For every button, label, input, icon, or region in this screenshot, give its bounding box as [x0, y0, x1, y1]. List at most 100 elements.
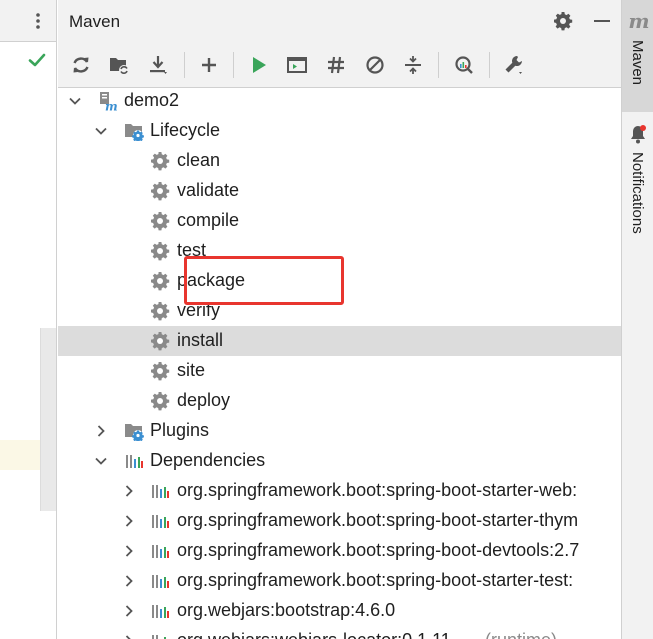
panel-title: Maven [69, 12, 121, 31]
toolbar-separator [489, 52, 490, 78]
add-project-button[interactable] [195, 51, 223, 79]
lifecycle-folder-icon [124, 121, 144, 143]
tree-node-label: org.springframework.boot:spring-boot-sta… [177, 570, 574, 590]
terminal-icon [287, 57, 307, 73]
chevron-right-icon[interactable] [122, 544, 136, 558]
download-icon [150, 56, 167, 74]
skip-icon [366, 56, 384, 74]
chevron-right-icon[interactable] [122, 634, 136, 639]
dependency-item[interactable]: org.springframework.boot:spring-boot-dev… [58, 536, 621, 566]
dependency-item[interactable]: org.webjars:webjars-locator:0.1.11 (runti… [58, 626, 621, 639]
dependency-bars-icon [150, 481, 170, 501]
tree-node-label: package [177, 270, 246, 290]
maven-m-icon: m [628, 9, 650, 33]
plus-icon [202, 58, 216, 72]
tree-node-label: Lifecycle [150, 120, 221, 140]
dependency-item[interactable]: org.springframework.boot:spring-boot-sta… [58, 476, 621, 506]
maven-project-tree: m demo2 Lifecycle clean validate compile test p… [58, 88, 621, 639]
wrench-icon [505, 56, 522, 74]
chevron-down-icon[interactable] [68, 94, 82, 108]
lifecycle-goal-deploy[interactable]: deploy [58, 386, 621, 416]
reload-button[interactable] [67, 51, 95, 79]
tree-node-label: org.webjars:webjars-locator:0.1.11 [177, 630, 451, 639]
analyze-dependencies-button[interactable] [450, 51, 478, 79]
tree-node-label: org.springframework.boot:spring-boot-sta… [177, 480, 578, 500]
minimize-icon[interactable] [592, 11, 612, 31]
analyze-icon [455, 56, 473, 74]
collapse-all-button[interactable] [399, 51, 427, 79]
tree-node-label: org.springframework.boot:spring-boot-sta… [177, 510, 579, 530]
tree-node-label: site [177, 360, 206, 380]
gear-icon[interactable] [553, 11, 573, 31]
lifecycle-folder[interactable]: Lifecycle [58, 116, 621, 146]
tree-node-label: Plugins [150, 420, 210, 440]
generate-sources-button[interactable] [105, 51, 133, 79]
editor-strip [0, 0, 57, 639]
project-node-demo2[interactable]: m demo2 [58, 88, 621, 116]
maven-toolbar [58, 42, 621, 88]
build-tool-settings-button[interactable] [500, 51, 528, 79]
collapse-icon [405, 56, 421, 74]
tree-node-label: test [177, 240, 207, 260]
dependency-bars-icon [150, 601, 170, 621]
gear-icon [150, 331, 170, 351]
offline-icon [328, 56, 344, 74]
lifecycle-goal-install[interactable]: install [58, 326, 621, 356]
tree-node-label: org.springframework.boot:spring-boot-dev… [177, 540, 580, 560]
skip-tests-button[interactable] [361, 51, 389, 79]
chevron-down-icon[interactable] [94, 124, 108, 138]
kebab-menu-icon[interactable] [30, 11, 46, 31]
folder-refresh-icon [110, 58, 129, 75]
play-icon [253, 57, 266, 73]
plugins-folder[interactable]: Plugins [58, 416, 621, 446]
execute-goal-button[interactable] [283, 51, 311, 79]
gear-icon [150, 271, 170, 291]
refresh-icon [73, 57, 89, 73]
svg-text:m: m [105, 100, 118, 112]
chevron-down-icon[interactable] [94, 454, 108, 468]
chevron-right-icon[interactable] [122, 514, 136, 528]
lifecycle-goal-verify[interactable]: verify [58, 296, 621, 326]
plugins-folder-icon [124, 421, 144, 443]
dependency-item[interactable]: org.springframework.boot:spring-boot-sta… [58, 506, 621, 536]
current-line-highlight [0, 440, 40, 470]
tree-node-label: install [177, 330, 224, 350]
maven-tab-label: Maven [629, 40, 646, 86]
dependency-scope-label: (runtime) [485, 630, 557, 639]
tree-node-label: org.webjars:bootstrap:4.6.0 [177, 600, 396, 620]
maven-panel: Maven m demo2 Lifecycle clean validate c… [58, 0, 621, 639]
download-button[interactable] [145, 51, 173, 79]
lifecycle-goal-clean[interactable]: clean [58, 146, 621, 176]
tree-node-label: compile [177, 210, 240, 230]
lifecycle-goal-site[interactable]: site [58, 356, 621, 386]
lifecycle-goal-test[interactable]: test [58, 236, 621, 266]
toolbar-separator [184, 52, 185, 78]
panel-header: Maven [58, 0, 621, 42]
chevron-right-icon[interactable] [122, 604, 136, 618]
tree-node-label: demo2 [124, 90, 180, 110]
check-icon [28, 53, 46, 67]
gear-icon [150, 301, 170, 321]
gear-icon [150, 241, 170, 261]
editor-scrollbar[interactable] [40, 328, 56, 511]
dependencies-folder[interactable]: Dependencies [58, 446, 621, 476]
lifecycle-goal-package[interactable]: package [58, 266, 621, 296]
lifecycle-goal-validate[interactable]: validate [58, 176, 621, 206]
notifications-tab-label[interactable]: Notifications [629, 152, 646, 234]
tool-window-strip: m Maven Notifications [621, 0, 653, 639]
chevron-right-icon[interactable] [122, 574, 136, 588]
lifecycle-goal-compile[interactable]: compile [58, 206, 621, 236]
toggle-offline-button[interactable] [322, 51, 350, 79]
bell-icon[interactable] [629, 124, 647, 144]
run-button[interactable] [245, 51, 273, 79]
gear-icon [150, 151, 170, 171]
toolbar-separator [438, 52, 439, 78]
dependency-item[interactable]: org.springframework.boot:spring-boot-sta… [58, 566, 621, 596]
chevron-right-icon[interactable] [122, 484, 136, 498]
dependency-bars-icon [124, 451, 144, 471]
maven-tool-tab[interactable]: m Maven [622, 0, 653, 112]
tree-node-label: deploy [177, 390, 231, 410]
dependency-bars-icon [150, 511, 170, 531]
dependency-item[interactable]: org.webjars:bootstrap:4.6.0 [58, 596, 621, 626]
chevron-right-icon[interactable] [94, 424, 108, 438]
